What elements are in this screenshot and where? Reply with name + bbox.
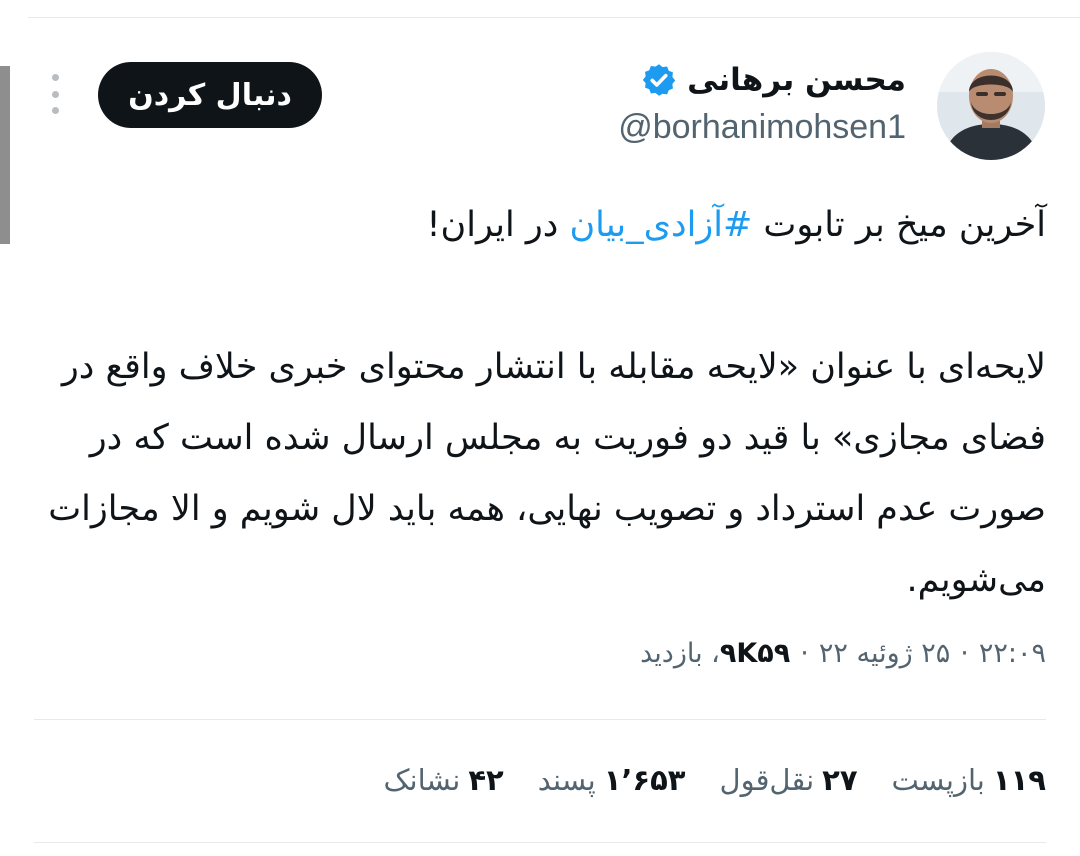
retweets-label: بازپست [891, 763, 985, 797]
quotes-count: ۲۷ [822, 763, 858, 797]
display-name[interactable]: محسن برهانی [687, 62, 906, 98]
hashtag-link[interactable]: #آزادی_بیان [569, 205, 752, 245]
stats-divider-top [34, 719, 1046, 720]
author-name-row[interactable]: محسن برهانی [641, 58, 906, 102]
follow-button[interactable]: دنبال کردن [98, 62, 322, 128]
scroll-indicator [0, 66, 10, 244]
tweet-text-segment: آخرین میخ بر تابوت [752, 205, 1046, 245]
views[interactable]: ۹K۵۹، بازدید [640, 638, 790, 669]
meta-separator: · [800, 638, 809, 669]
user-handle[interactable]: @borhanimohsen1 [618, 108, 906, 147]
top-divider [28, 17, 1080, 18]
more-dot [51, 74, 59, 81]
retweets-count: ۱۱۹ [992, 763, 1046, 797]
likes-count: ۱٬۶۵۳ [603, 763, 686, 797]
more-dot [51, 90, 59, 98]
views-label: ، بازدید [640, 638, 720, 669]
tweet-paragraph-2: لایحه‌ای با عنوان «لایحه مقابله با انتشا… [48, 347, 1046, 600]
likes-stat[interactable]: ۱٬۶۵۳ پسند [538, 763, 686, 797]
tweet-text-segment: در ایران! [426, 205, 570, 245]
avatar-portrait-icon [937, 52, 1045, 160]
quotes-stat[interactable]: ۲۷ نقل‌قول [720, 763, 858, 797]
views-count: ۹K۵۹ [719, 638, 791, 669]
bookmarks-stat[interactable]: ۴۲ نشانک [384, 763, 504, 797]
tweet-date[interactable]: ۲۵ ژوئیه ۲۲ [819, 638, 950, 669]
tweet-text: آخرین میخ بر تابوت #آزادی_بیان در ایران!… [46, 190, 1046, 616]
bookmarks-label: نشانک [383, 763, 461, 797]
avatar[interactable] [937, 52, 1045, 160]
verified-badge-icon [642, 64, 676, 96]
quotes-label: نقل‌قول [719, 763, 815, 797]
tweet-meta: ۲۲:۰۹ · ۲۵ ژوئیه ۲۲ · ۹K۵۹، بازدید [640, 638, 1046, 669]
likes-label: پسند [537, 763, 596, 797]
meta-separator: · [960, 638, 969, 669]
bookmarks-count: ۴۲ [468, 763, 504, 797]
more-dot [51, 107, 59, 114]
retweets-stat[interactable]: ۱۱۹ بازپست [892, 763, 1046, 797]
engagement-stats: ۱۱۹ بازپست ۲۷ نقل‌قول ۱٬۶۵۳ پسند ۴۲ نشان… [384, 752, 1046, 808]
more-options-icon[interactable] [43, 74, 67, 114]
stats-divider-bottom [34, 842, 1046, 843]
tweet-time[interactable]: ۲۲:۰۹ [979, 638, 1046, 669]
tweet-line-1: آخرین میخ بر تابوت #آزادی_بیان در ایران! [46, 190, 1046, 261]
